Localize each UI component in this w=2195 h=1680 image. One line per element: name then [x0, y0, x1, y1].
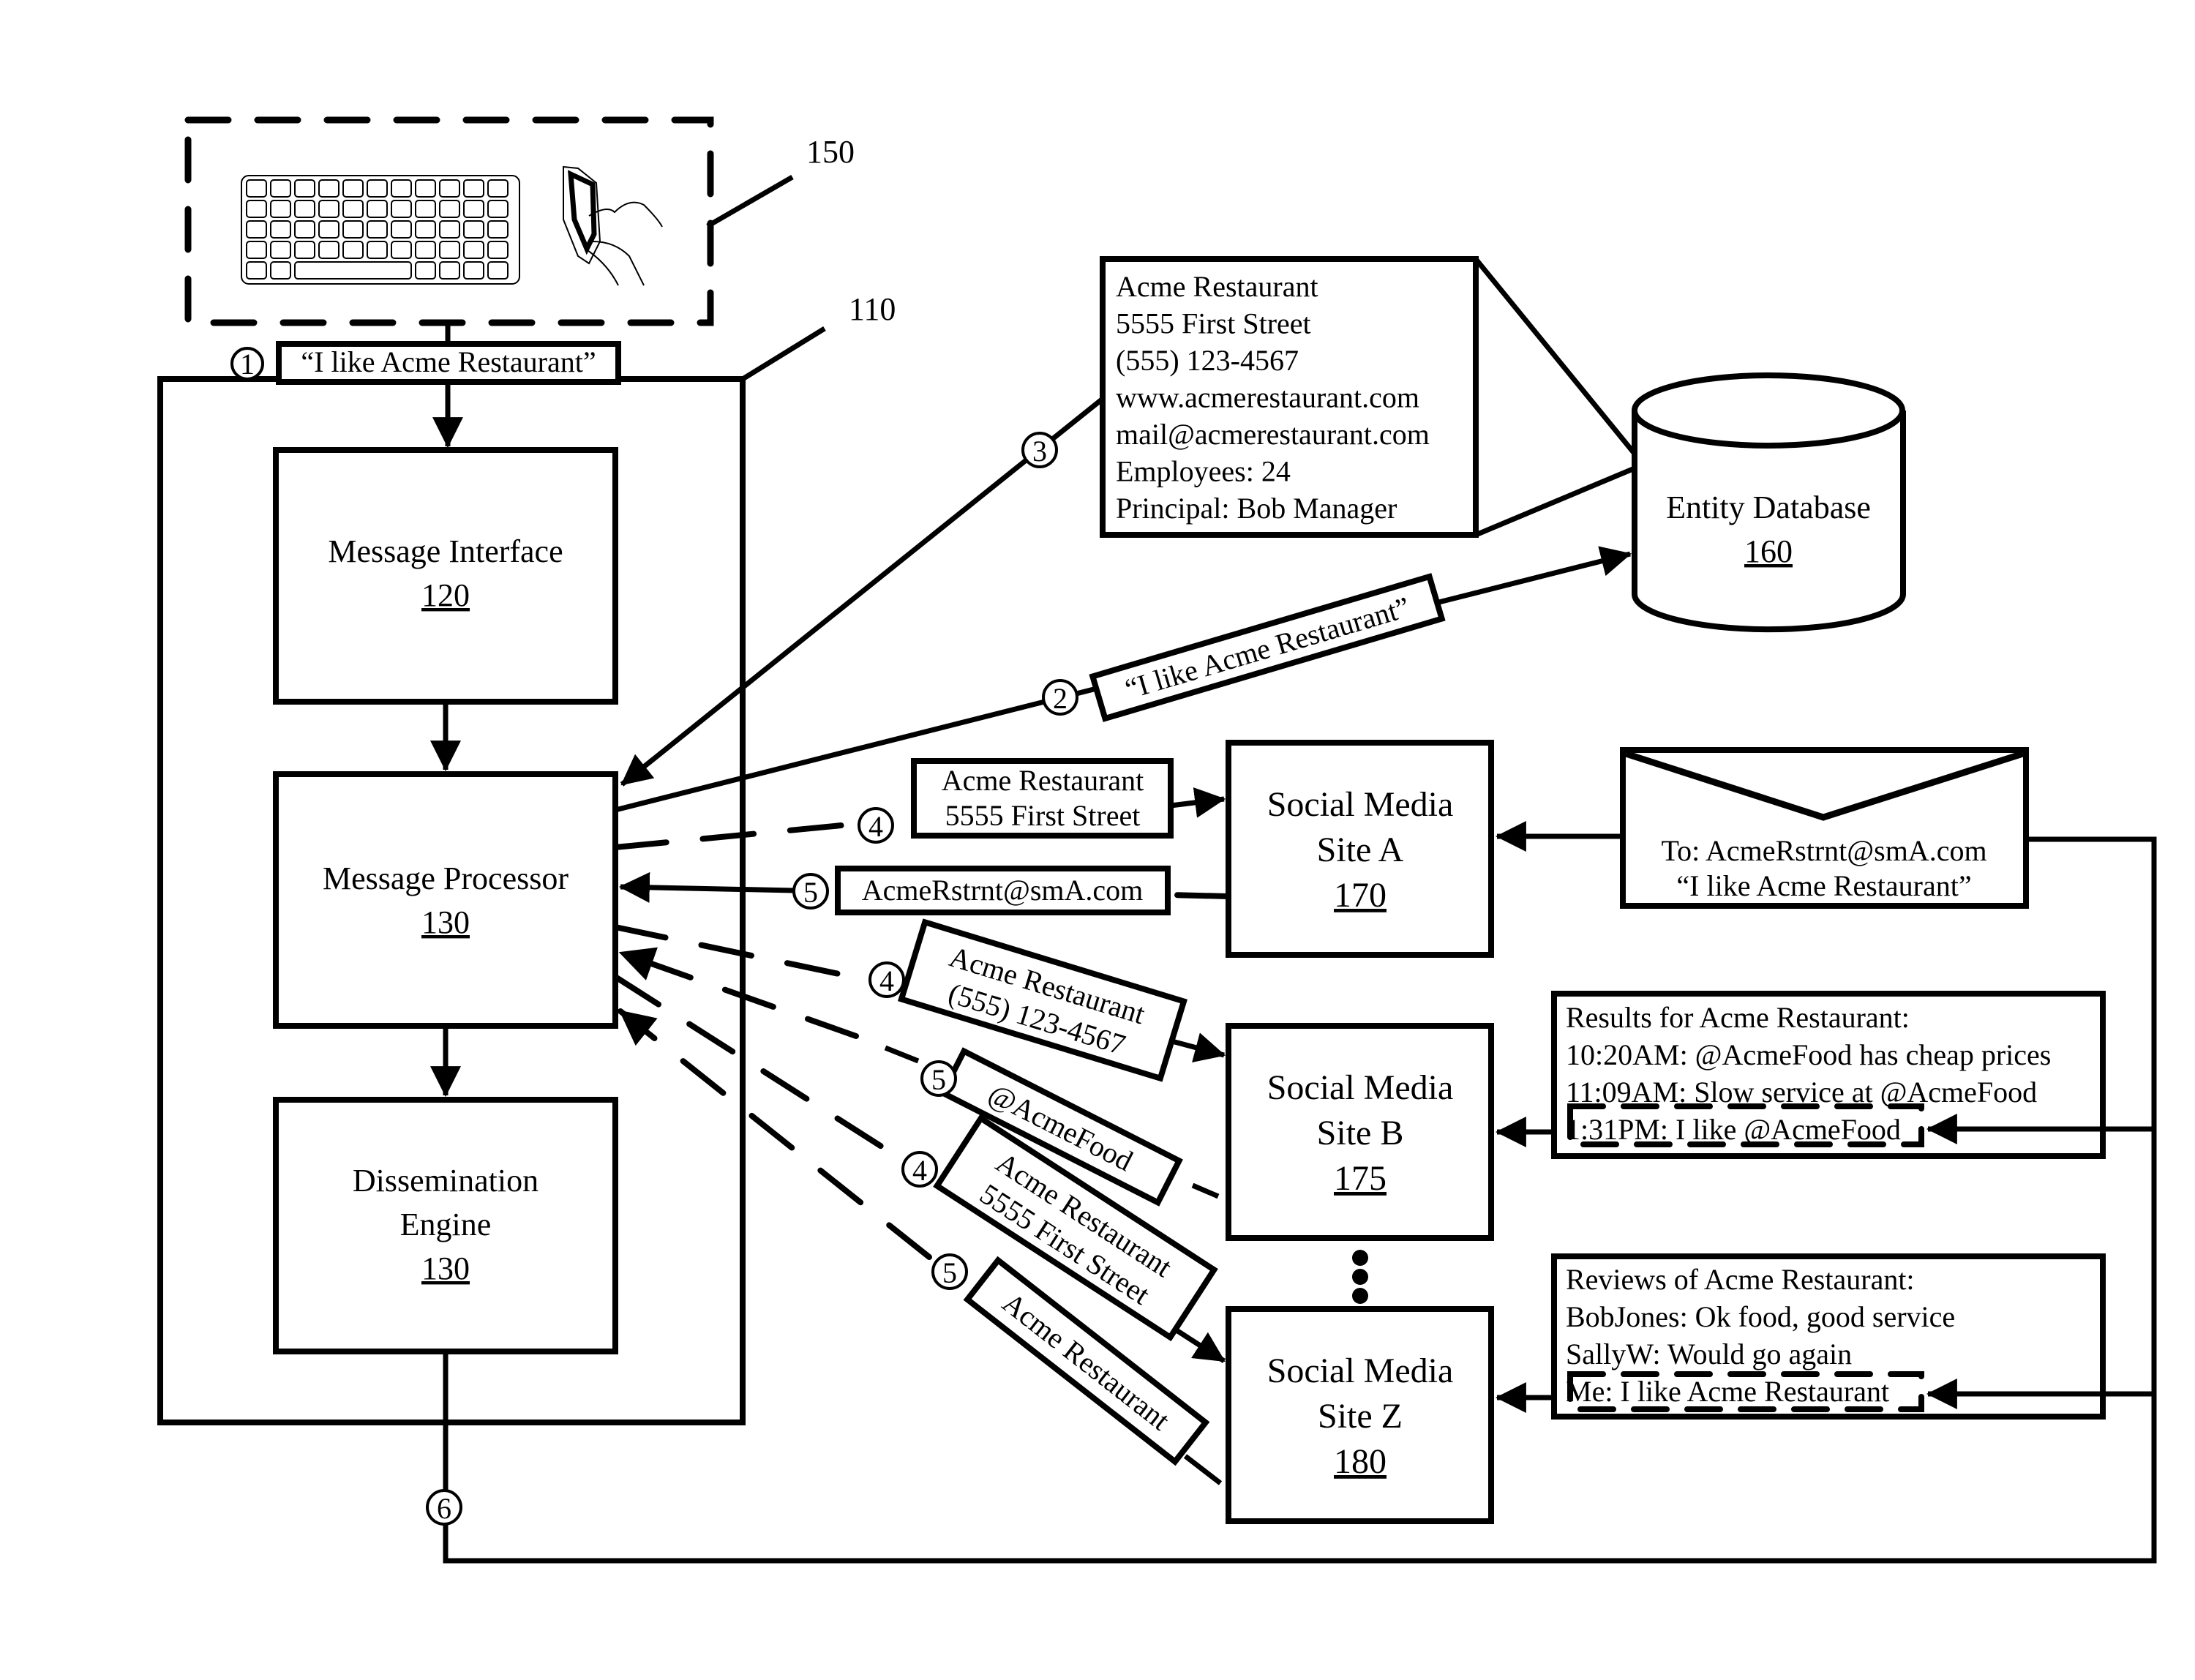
line-result-from-site-b	[1191, 1182, 1220, 1199]
step-4-number-a: 4	[868, 810, 883, 843]
site-z-review-line: BobJones: Ok food, good service	[1566, 1300, 1955, 1333]
site-z-review-line: Me: I like Acme Restaurant	[1566, 1375, 1889, 1408]
line-badge5b	[884, 1045, 920, 1064]
site-z-line2: Site Z	[1318, 1397, 1403, 1436]
keyboard-icon	[241, 175, 520, 285]
step-1-number: 1	[240, 348, 255, 380]
arrow-result-to-processor-a	[618, 871, 795, 903]
message-processor-ref: 130	[421, 904, 470, 940]
site-a-result-text: AcmeRstrnt@smA.com	[862, 874, 1144, 907]
site-b-result-line: 1:31PM: I like @AcmeFood	[1566, 1113, 1901, 1146]
query-label-2: “I like Acme Restaurant”	[1089, 573, 1446, 722]
database-cylinder-top	[1632, 372, 1905, 449]
email-envelope: To: AcmeRstrnt@smA.com “I like Acme Rest…	[1620, 747, 2029, 909]
step-4-number-b: 4	[879, 964, 894, 997]
step-5-number-z: 5	[942, 1256, 957, 1289]
entity-record-callout: Acme Restaurant 5555 First Street (555) 12…	[1100, 256, 1637, 538]
site-a-line2: Site A	[1317, 830, 1404, 869]
dissemination-engine-title-line1: Dissemination	[353, 1163, 539, 1199]
entity-record-line: www.acmerestaurant.com	[1116, 381, 1419, 414]
entity-database-title: Entity Database	[1666, 490, 1871, 525]
entity-record-line: Principal: Bob Manager	[1116, 492, 1397, 525]
ref-label-150: 150	[806, 134, 855, 170]
entity-database: Entity Database 160	[1632, 372, 1906, 633]
ref-leader-110	[741, 326, 826, 381]
site-a-query-line1: Acme Restaurant	[942, 764, 1144, 797]
ref-label-110: 110	[849, 291, 896, 327]
message-interface-title: Message Interface	[328, 533, 563, 569]
site-z-line1: Social Media	[1267, 1351, 1454, 1390]
site-b-ref: 175	[1334, 1159, 1387, 1198]
site-b-result-line: 10:20AM: @AcmeFood has cheap prices	[1566, 1038, 2051, 1071]
input-devices-group	[184, 116, 714, 326]
dashed-result-from-site-a	[1168, 892, 1231, 899]
step-5-number-a: 5	[803, 876, 818, 909]
dashed-query-to-site-b	[612, 924, 866, 982]
site-z-review-line: SallyW: Would go again	[1566, 1338, 1852, 1370]
dissemination-engine-title-line2: Engine	[400, 1207, 492, 1242]
more-sites-ellipsis-icon	[1352, 1250, 1368, 1304]
entity-record-line: Employees: 24	[1116, 455, 1291, 488]
entity-record-line: 5555 First Street	[1116, 307, 1311, 340]
step-5-number-b: 5	[931, 1063, 946, 1096]
site-b-query-label: Acme Restaurant (555) 123-4567	[898, 918, 1187, 1082]
entity-database-ref: 160	[1744, 533, 1793, 569]
arrow-query-to-site-b	[1168, 1032, 1226, 1063]
step-6-number: 6	[437, 1492, 451, 1525]
site-a-query-line2: 5555 First Street	[945, 799, 1141, 832]
site-a-line1: Social Media	[1267, 785, 1454, 824]
step-2-number: 2	[1053, 682, 1068, 715]
touchscreen-phone-icon	[563, 165, 663, 286]
query-label-2-text: “I like Acme Restaurant”	[1121, 590, 1413, 706]
dissemination-engine-ref: 130	[421, 1250, 470, 1286]
email-to-line: To: AcmeRstrnt@smA.com	[1661, 834, 1986, 867]
site-z-review-line: Reviews of Acme Restaurant:	[1566, 1263, 1915, 1296]
message-processor-box	[273, 771, 618, 1029]
site-a-ref: 170	[1334, 876, 1387, 915]
step-4-number-z: 4	[912, 1154, 927, 1187]
system-diagram: 150 110 “I like Acme Restaurant” 1 Messa…	[157, 116, 2157, 1564]
message-interface-box	[273, 447, 618, 705]
site-b-line1: Social Media	[1267, 1068, 1454, 1107]
callout-line-bottom	[1474, 465, 1636, 538]
ref-leader-150	[706, 174, 794, 229]
site-b-line2: Site B	[1317, 1114, 1404, 1152]
site-z-ref: 180	[1334, 1442, 1387, 1481]
message-processor-title: Message Processor	[323, 860, 569, 896]
line-result-from-site-z	[1183, 1454, 1223, 1485]
arrow-result-to-processor-b	[618, 947, 859, 1039]
arrow-query-to-site-a	[1170, 787, 1226, 818]
entity-record-line: Acme Restaurant	[1116, 270, 1318, 303]
entity-record-line: (555) 123-4567	[1116, 344, 1299, 377]
arrow-result-to-processor-z	[618, 1008, 932, 1260]
site-b-result-line: Results for Acme Restaurant:	[1566, 1001, 1910, 1034]
message-interface-ref: 120	[421, 577, 470, 613]
step-3-number: 3	[1032, 435, 1047, 468]
dashed-query-to-site-a	[612, 822, 844, 850]
callout-line-top	[1474, 257, 1637, 456]
input-message-text: “I like Acme Restaurant”	[301, 345, 596, 378]
email-body-line: “I like Acme Restaurant”	[1676, 869, 1971, 902]
entity-record-line: mail@acmerestaurant.com	[1116, 418, 1430, 451]
